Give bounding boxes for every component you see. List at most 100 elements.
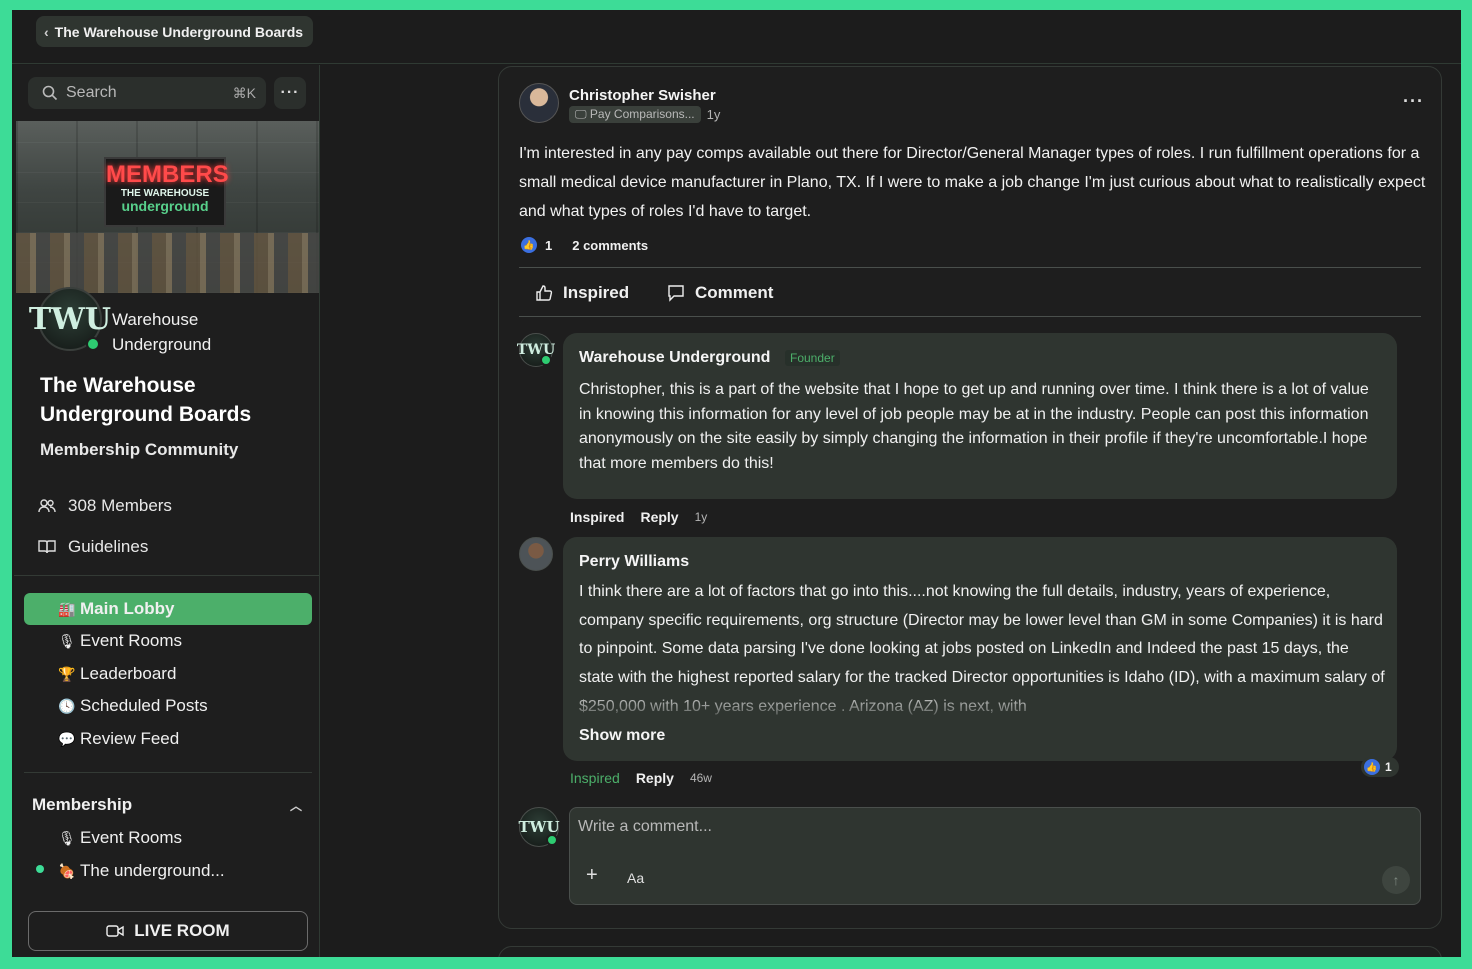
send-button[interactable]: ↑ <box>1382 866 1410 894</box>
board-title: The Warehouse Underground Boards <box>40 374 252 426</box>
show-more-button[interactable]: Show more <box>579 727 665 745</box>
comment-text: Christopher, this is a part of the websi… <box>579 381 1369 472</box>
thumbs-up-icon: 👍 <box>521 237 537 253</box>
like-count: 1 <box>545 237 553 253</box>
comment-reply-button[interactable]: Reply <box>636 770 674 786</box>
nav-label: Review Feed <box>80 729 180 748</box>
chevron-up-icon: ︿ <box>289 798 302 813</box>
comment-input[interactable] <box>578 818 1410 852</box>
sidebar: Search ⌘K ··· MEMBERS THE WAREHOUSE unde… <box>14 65 320 957</box>
live-room-button[interactable]: LIVE ROOM <box>28 911 308 951</box>
banner-sign-members: MEMBERS <box>106 161 229 188</box>
comment-composer: + Aa ↑ <box>569 807 1421 905</box>
nav-event-rooms[interactable]: 🎙 Event Rooms <box>24 625 312 657</box>
nav-membership-event-rooms[interactable]: 🎙 Event Rooms <box>24 822 312 854</box>
comment-bubble: Perry Williams I think there are a lot o… <box>563 537 1397 761</box>
nav-the-underground[interactable]: 🍖 The underground... <box>24 855 312 887</box>
banner-sign: MEMBERS THE WAREHOUSE underground <box>104 157 229 227</box>
banner-sign-underground: underground <box>121 198 209 214</box>
members-count: 308 Members <box>68 496 172 515</box>
trophy-icon: 🏆 <box>58 665 76 682</box>
text-format-icon[interactable]: Aa <box>627 870 644 886</box>
microphone-icon: 🎙 <box>58 829 76 846</box>
nav-label: Event Rooms <box>80 828 183 847</box>
comment-author[interactable]: Warehouse Underground <box>579 349 770 367</box>
membership-section-toggle[interactable]: Membership ︿ <box>32 795 302 815</box>
comment-count[interactable]: 2 comments <box>572 238 648 253</box>
comment-reply-button[interactable]: Reply <box>640 509 678 525</box>
nav-leaderboard[interactable]: 🏆 Leaderboard <box>24 658 312 690</box>
more-options-button[interactable]: ··· <box>274 77 306 109</box>
clock-icon: 🕓 <box>58 697 76 714</box>
category-label: Pay Comparisons... <box>589 107 695 121</box>
back-button[interactable]: ‹ The Warehouse Underground Boards <box>36 16 314 47</box>
app-frame: ‹ The Warehouse Underground Boards Searc… <box>12 10 1461 957</box>
search-placeholder: Search <box>66 84 117 101</box>
comment-age: 1y <box>694 510 708 524</box>
comment-label: Comment <box>695 283 774 302</box>
thumbs-up-outline-icon <box>536 285 553 301</box>
thumbs-up-icon: 👍 <box>1364 759 1380 775</box>
post-card: Christopher Swisher 🖵 Pay Comparisons...… <box>498 66 1442 929</box>
live-room-label: LIVE ROOM <box>134 921 230 940</box>
divider <box>519 267 1421 268</box>
nav-label: The underground... <box>80 861 225 880</box>
inspired-button[interactable]: Inspired <box>535 283 629 303</box>
online-status-dot <box>540 354 552 366</box>
comment-icon <box>668 285 684 302</box>
back-label: The Warehouse Underground Boards <box>54 23 304 40</box>
comment-age: 46w <box>689 771 712 785</box>
video-camera-icon <box>106 925 124 937</box>
board-subtitle: Membership Community <box>40 440 239 459</box>
search-icon <box>42 85 58 101</box>
plus-icon[interactable]: + <box>586 864 598 887</box>
comment-bubble: Warehouse Underground Founder Christophe… <box>563 333 1397 499</box>
comment-actions: Inspired Reply 46w <box>570 770 712 786</box>
members-link[interactable]: 308 Members <box>38 496 172 516</box>
reaction-count: 1 <box>1385 760 1392 774</box>
nav-label: Main Lobby <box>80 599 175 618</box>
sidebar-divider <box>14 575 319 576</box>
nav-main-lobby[interactable]: 🏭 Main Lobby <box>24 593 312 625</box>
post-age: 1y <box>706 107 721 122</box>
search-shortcut: ⌘K <box>232 84 256 101</box>
reaction-pill[interactable]: 👍 1 <box>1361 757 1399 777</box>
nav-label: Event Rooms <box>80 631 183 650</box>
comment-inspired-button[interactable]: Inspired <box>570 509 624 525</box>
banner-shelves <box>16 233 319 293</box>
factory-icon: 🏭 <box>58 600 76 617</box>
membership-section-title: Membership <box>32 795 133 814</box>
post-author[interactable]: Christopher Swisher <box>569 87 716 104</box>
comment-author[interactable]: Perry Williams <box>579 553 689 571</box>
nav-label: Scheduled Posts <box>80 696 208 715</box>
search-box[interactable]: Search ⌘K <box>28 77 266 109</box>
community-banner: MEMBERS THE WAREHOUSE underground <box>16 121 319 293</box>
next-post-card <box>498 946 1442 957</box>
inspired-label: Inspired <box>563 283 630 302</box>
members-icon <box>38 499 56 513</box>
nav-scheduled-posts[interactable]: 🕓 Scheduled Posts <box>24 690 312 722</box>
online-status-dot <box>86 337 100 351</box>
post-meta: 🖵 Pay Comparisons... 1y <box>569 106 720 123</box>
arrow-up-icon: ↑ <box>1392 872 1400 888</box>
post-more-icon[interactable]: ··· <box>1403 91 1424 112</box>
guidelines-link[interactable]: Guidelines <box>38 537 148 557</box>
guidelines-label: Guidelines <box>68 537 149 556</box>
chevron-left-icon: ‹ <box>44 23 49 40</box>
online-status-dot <box>546 834 558 846</box>
category-tag[interactable]: 🖵 Pay Comparisons... <box>569 106 701 123</box>
microphone-icon: 🎙 <box>58 632 76 649</box>
nav-review-feed[interactable]: 💬 Review Feed <box>24 723 312 755</box>
monitor-icon: 🖵 <box>575 107 587 121</box>
comment-inspired-button[interactable]: Inspired <box>570 770 620 786</box>
author-avatar[interactable] <box>519 83 559 123</box>
comment-actions: Inspired Reply 1y <box>570 509 707 525</box>
top-bar: ‹ The Warehouse Underground Boards <box>12 10 1461 64</box>
ellipsis-icon: ··· <box>280 84 300 101</box>
post-body: I'm interested in any pay comps availabl… <box>519 145 1426 220</box>
brand-name: Warehouse Underground <box>112 310 212 354</box>
sidebar-divider <box>24 772 312 773</box>
comment-button[interactable]: Comment <box>667 283 773 303</box>
nav-label: Leaderboard <box>80 664 177 683</box>
commenter-avatar[interactable] <box>519 537 553 571</box>
